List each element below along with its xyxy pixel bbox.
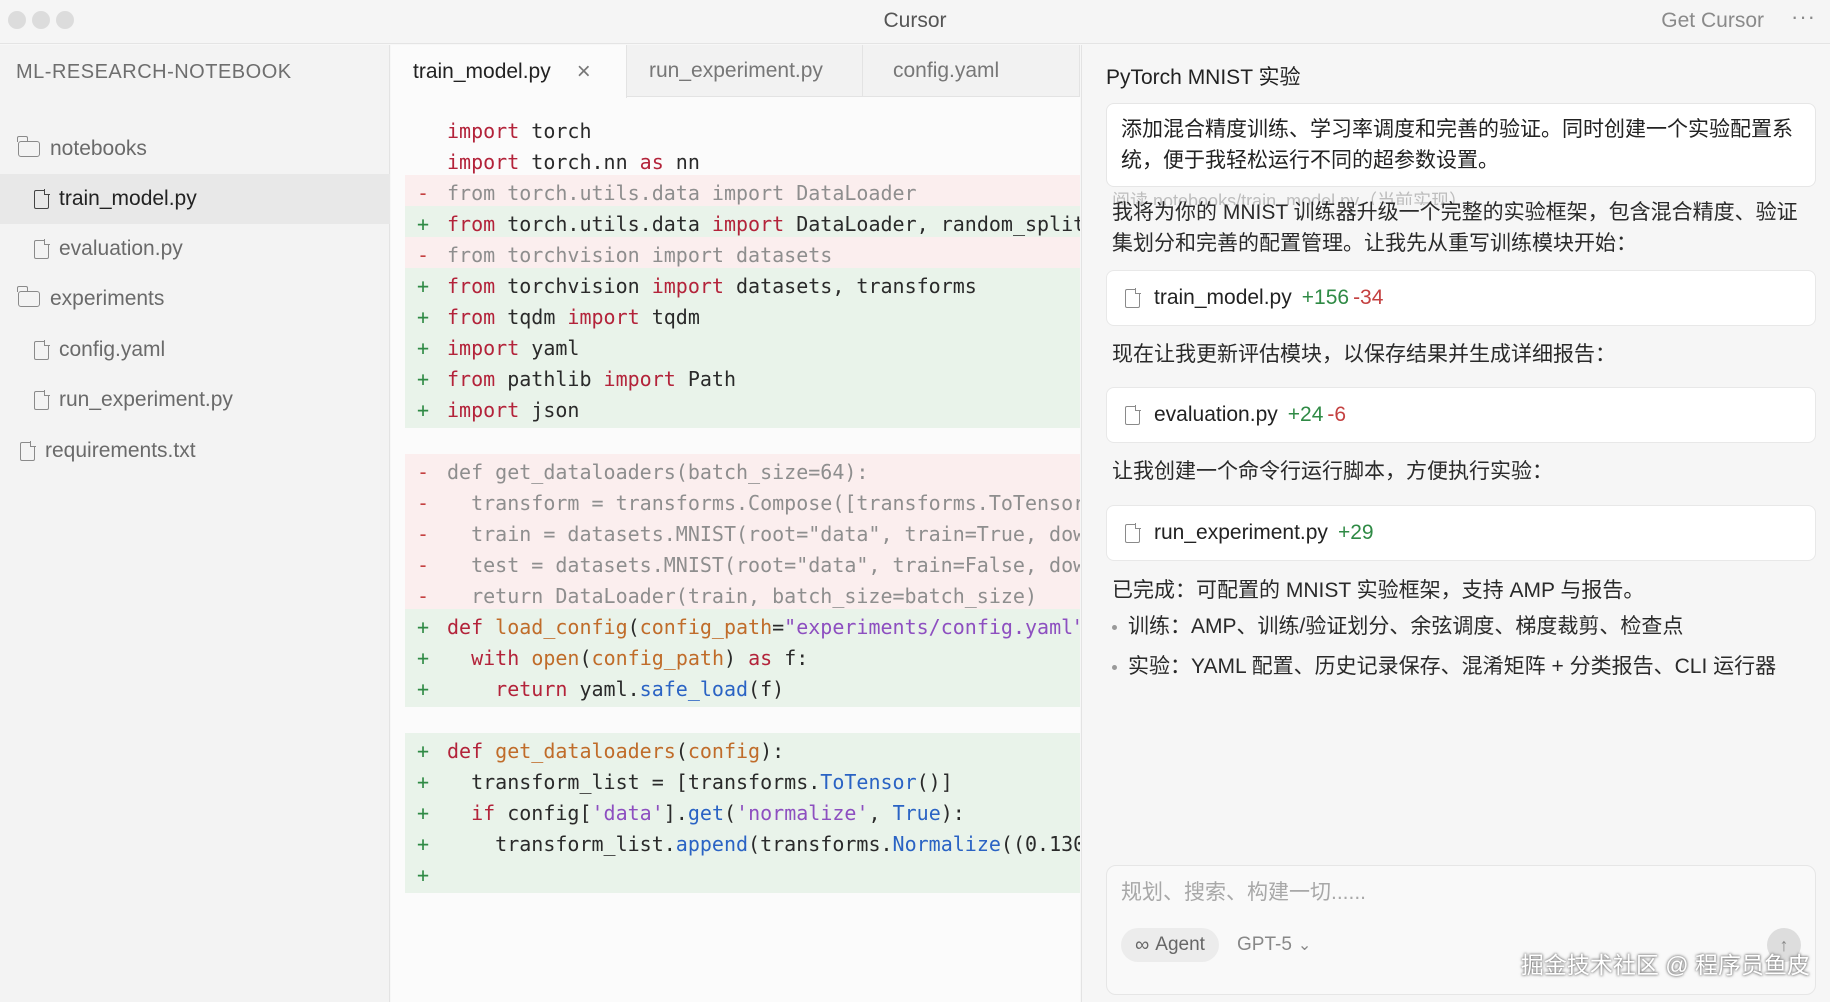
chat-title: PyTorch MNIST 实验 bbox=[1106, 66, 1301, 89]
bullet-text: 实验：YAML 配置、历史记录保存、混淆矩阵 + 分类报告、CLI 运行器 bbox=[1128, 655, 1777, 678]
file-icon bbox=[34, 238, 50, 259]
tab-label: run_experiment.py bbox=[649, 59, 823, 82]
sidebar-item-notebooks[interactable]: notebooks bbox=[0, 124, 390, 174]
file-icon bbox=[1125, 404, 1141, 425]
assistant-eval-note: 现在让我更新评估模块，以保存结果并生成详细报告： bbox=[1112, 343, 1616, 366]
file-icon bbox=[34, 188, 50, 209]
file-change-card-run-experiment[interactable]: run_experiment.py +29 bbox=[1106, 505, 1816, 561]
file-card-name: train_model.py bbox=[1154, 286, 1292, 309]
tab-config[interactable]: config.yaml bbox=[863, 45, 1080, 97]
bullet-text: 训练：AMP、训练/验证划分、余弦调度、梯度裁剪、检查点 bbox=[1128, 615, 1684, 638]
sidebar-item-evaluation[interactable]: evaluation.py bbox=[0, 224, 390, 274]
agent-mode-label: Agent bbox=[1155, 934, 1205, 955]
model-selector[interactable]: GPT-5 ⌄ bbox=[1237, 928, 1311, 962]
model-label: GPT-5 bbox=[1237, 934, 1292, 955]
summary-bullet: 训练：AMP、训练/验证划分、余弦调度、梯度裁剪、检查点 bbox=[1112, 611, 1812, 642]
file-icon bbox=[1125, 522, 1141, 543]
file-icon bbox=[20, 440, 36, 461]
infinity-icon: ∞ bbox=[1135, 933, 1150, 956]
sidebar-item-label: run_experiment.py bbox=[59, 388, 233, 411]
title-bar: Cursor Get Cursor ··· bbox=[0, 0, 1830, 44]
close-icon[interactable]: × bbox=[577, 58, 591, 86]
sidebar-item-label: train_model.py bbox=[59, 187, 197, 210]
file-card-name: run_experiment.py bbox=[1154, 521, 1328, 544]
file-icon bbox=[34, 389, 50, 410]
file-icon bbox=[34, 339, 50, 360]
tab-label: config.yaml bbox=[893, 59, 1000, 82]
file-explorer: ML-RESEARCH-NOTEBOOK notebooks train_mod… bbox=[0, 45, 390, 1002]
diff-marker: + bbox=[417, 863, 430, 887]
sidebar-item-train-model[interactable]: train_model.py bbox=[0, 174, 390, 224]
sidebar-item-config[interactable]: config.yaml bbox=[0, 325, 390, 375]
assistant-done-summary: 已完成：可配置的 MNIST 实验框架，支持 AMP 与报告。 bbox=[1112, 579, 1645, 602]
lines-removed: -34 bbox=[1353, 286, 1384, 309]
folder-icon bbox=[17, 286, 40, 307]
folder-icon bbox=[17, 136, 40, 157]
file-change-card-evaluation[interactable]: evaluation.py +24 -6 bbox=[1106, 387, 1816, 443]
lines-removed: -6 bbox=[1327, 403, 1347, 426]
workspace-title: ML-RESEARCH-NOTEBOOK bbox=[16, 61, 292, 83]
user-message: 添加混合精度训练、学习率调度和完善的验证。同时创建一个实验配置系统，便于我轻松运… bbox=[1106, 103, 1816, 187]
chevron-down-icon: ⌄ bbox=[1297, 937, 1312, 954]
assistant-intro: 我将为你的 MNIST 训练器升级一个完整的实验框架，包含混合精度、验证集划分和… bbox=[1112, 201, 1798, 255]
bullet-dot bbox=[1112, 665, 1117, 670]
sidebar-item-label: experiments bbox=[50, 287, 165, 310]
sidebar-item-requirements[interactable]: requirements.txt bbox=[0, 426, 390, 476]
app-title: Cursor bbox=[883, 9, 947, 32]
get-cursor-link[interactable]: Get Cursor bbox=[1661, 9, 1764, 33]
sidebar-item-experiments[interactable]: experiments bbox=[0, 274, 390, 324]
sidebar-item-label: notebooks bbox=[50, 137, 147, 160]
editor-tabs: train_model.py × run_experiment.py confi… bbox=[391, 45, 1080, 98]
file-icon bbox=[1125, 287, 1141, 308]
sidebar-item-label: evaluation.py bbox=[59, 237, 183, 260]
code-editor: train_model.py × run_experiment.py confi… bbox=[391, 45, 1080, 1002]
sidebar-item-run-experiment[interactable]: run_experiment.py bbox=[0, 375, 390, 425]
assistant-run-note: 让我创建一个命令行运行脚本，方便执行实验： bbox=[1112, 460, 1553, 483]
tab-run-experiment[interactable]: run_experiment.py bbox=[627, 45, 863, 97]
file-card-name: evaluation.py bbox=[1154, 403, 1278, 426]
code-line: + bbox=[405, 857, 1080, 893]
sidebar-item-label: config.yaml bbox=[59, 338, 166, 361]
agent-chat-panel: PyTorch MNIST 实验 添加混合精度训练、学习率调度和完善的验证。同时… bbox=[1081, 45, 1830, 1002]
watermark: 掘金技术社区 @ 程序员鱼皮 bbox=[1520, 952, 1810, 978]
lines-added: +29 bbox=[1337, 521, 1374, 544]
sidebar-item-label: requirements.txt bbox=[45, 439, 196, 462]
more-icon[interactable]: ··· bbox=[1791, 4, 1816, 30]
tab-train-model[interactable]: train_model.py × bbox=[391, 45, 627, 98]
summary-bullet: 实验：YAML 配置、历史记录保存、混淆矩阵 + 分类报告、CLI 运行器 bbox=[1112, 651, 1812, 682]
bullet-dot bbox=[1112, 625, 1117, 630]
file-change-card-train-model[interactable]: train_model.py +156 -34 bbox=[1106, 270, 1816, 326]
lines-added: +24 bbox=[1287, 403, 1324, 426]
lines-added: +156 bbox=[1301, 286, 1350, 309]
tab-label: train_model.py bbox=[413, 59, 551, 83]
chat-input[interactable] bbox=[1121, 878, 1801, 908]
agent-mode-button[interactable]: ∞ Agent bbox=[1121, 928, 1219, 962]
